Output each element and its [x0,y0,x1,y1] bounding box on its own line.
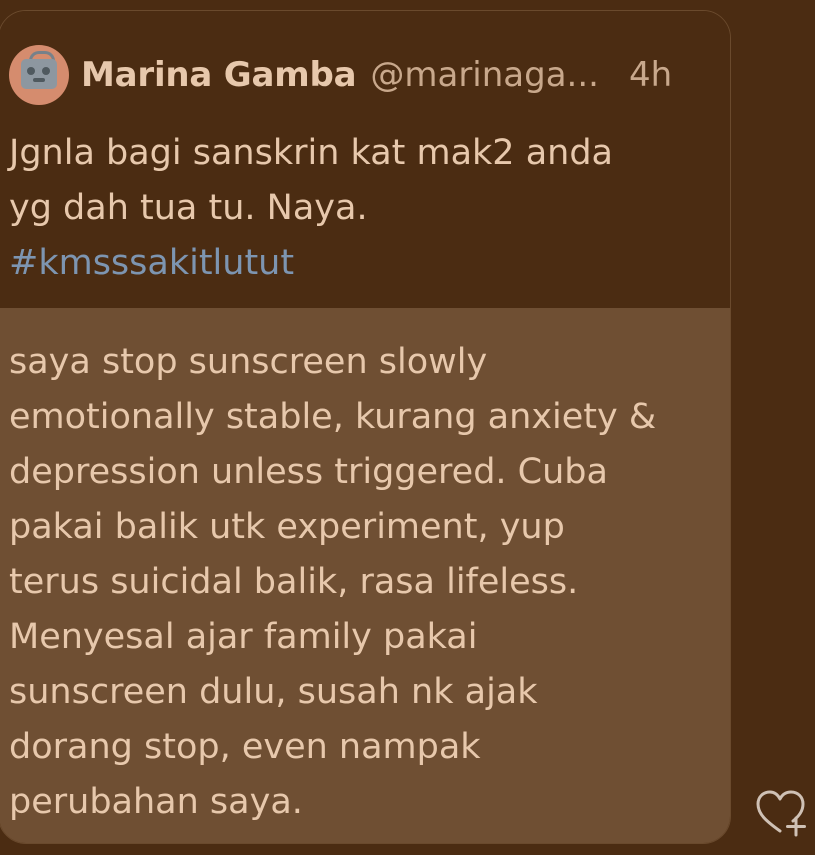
reply-line: terus suicidal balik, rasa lifeless. [9,562,579,602]
handbag-avatar-icon [21,59,57,89]
reply-line: Menyesal ajar family pakai [9,617,478,657]
author-display-name[interactable]: Marina Gamba [81,55,357,95]
hashtag-link[interactable]: #kmsssakitlutut [9,236,709,291]
quoted-text-line: yg dah tua tu. Naya. [9,188,368,228]
avatar-mouth [33,78,45,82]
reply-line: dorang stop, even nampak [9,727,481,767]
author-avatar[interactable] [9,45,69,105]
reply-text: saya stop sunscreen slowly emotionally s… [9,335,714,830]
reply-text-area: saya stop sunscreen slowly emotionally s… [0,308,730,843]
quoted-tweet-text: Jgnla bagi sanskrin kat mak2 anda yg dah… [9,126,709,291]
heart-plus-icon [756,790,806,837]
reply-line: emotionally stable, kurang anxiety & [9,397,657,437]
like-button[interactable] [752,784,810,842]
tweet-card[interactable]: Marina Gamba @marinaga... 4h Jgnla bagi … [0,10,731,844]
quoted-tweet[interactable]: Marina Gamba @marinaga... 4h Jgnla bagi … [0,11,730,308]
reply-line: saya stop sunscreen slowly [9,342,488,382]
author-handle[interactable]: @marinaga... [370,55,599,95]
tweet-timestamp[interactable]: 4h [629,55,672,95]
quoted-text-line: Jgnla bagi sanskrin kat mak2 anda [9,133,613,173]
reply-line: pakai balik utk experiment, yup [9,507,565,547]
tweet-header: Marina Gamba @marinaga... 4h [9,43,672,107]
reply-line: depression unless triggered. Cuba [9,452,608,492]
reply-line: sunscreen dulu, susah nk ajak [9,672,538,712]
avatar-eye-right [42,67,50,75]
reply-line: perubahan saya. [9,782,303,822]
avatar-eye-left [27,67,35,75]
